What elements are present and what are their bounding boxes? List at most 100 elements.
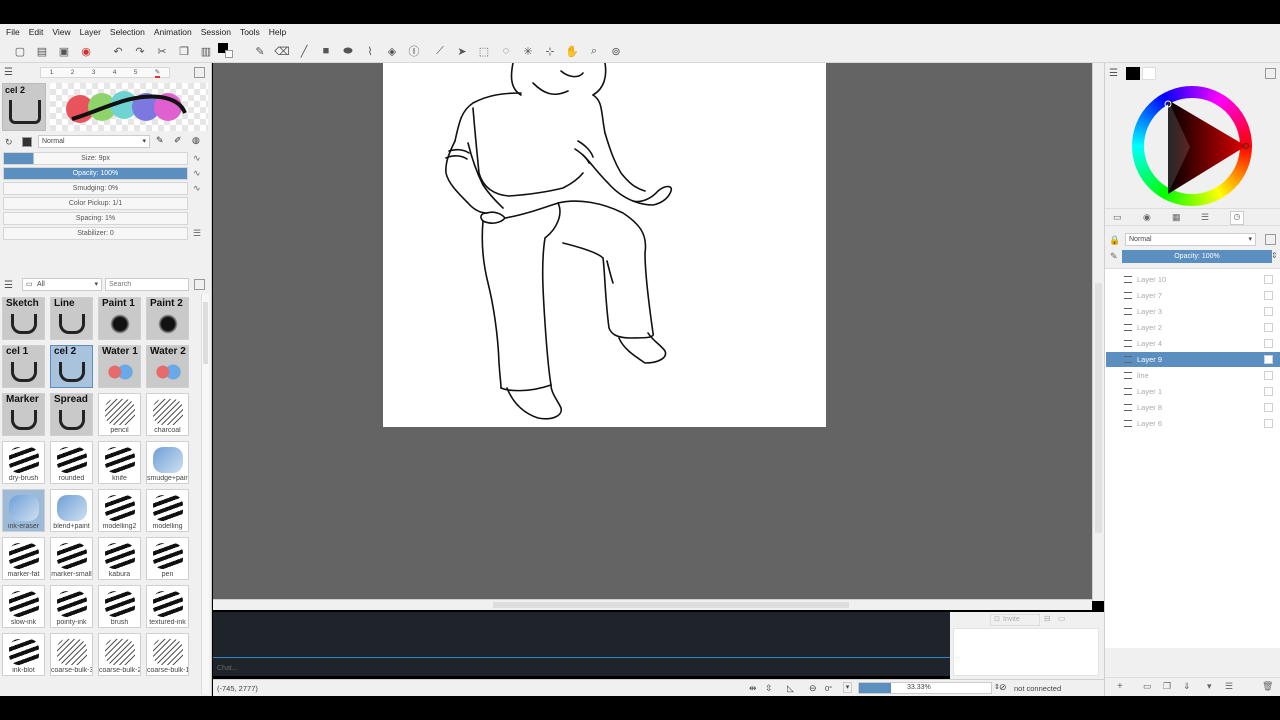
float-panel-icon[interactable] (194, 279, 205, 290)
brush-preset[interactable]: modelling2 (98, 489, 141, 532)
eraser-mode-icon[interactable]: ✐ (174, 135, 182, 146)
layer-visibility-checkbox[interactable] (1264, 275, 1273, 284)
color-menu-icon[interactable]: ☰ (1109, 68, 1118, 79)
brush-preset[interactable]: textured-ink (146, 585, 189, 628)
brush-color-icon[interactable] (22, 137, 32, 147)
brush-preset[interactable]: ink-blot (2, 633, 45, 676)
color-picker-tool-icon[interactable]: ⟋ (432, 43, 448, 59)
eraser-slot-icon[interactable]: ✎ (154, 68, 161, 78)
layer-row[interactable]: Layer 2 (1106, 320, 1280, 335)
drawing-canvas[interactable] (383, 63, 826, 427)
scroll-thumb[interactable] (203, 302, 208, 364)
brush-slot[interactable]: 3 (92, 69, 96, 76)
layer-row[interactable]: Layer 7 (1106, 288, 1280, 303)
layer-row[interactable]: Layer 1 (1106, 384, 1280, 399)
panel-menu-icon[interactable]: ☰ (4, 67, 13, 78)
brush-preset[interactable]: pen (146, 537, 189, 580)
brush-preset[interactable]: Spread (50, 393, 93, 436)
undo-icon[interactable]: ↶ (110, 43, 126, 59)
float-panel-icon[interactable]: ▭ (1058, 614, 1066, 623)
size-slider[interactable]: Size: 9px (3, 152, 188, 165)
color-swap-icon[interactable] (216, 41, 233, 58)
pressure-icon[interactable]: ✎ (156, 135, 164, 146)
merge-down-icon[interactable]: ⇓ (1183, 681, 1191, 692)
session-settings-icon[interactable]: ⊟ (1044, 614, 1051, 623)
layer-row[interactable]: Layer 8 (1106, 400, 1280, 415)
layer-visibility-checkbox[interactable] (1264, 419, 1273, 428)
copy-icon[interactable]: ❐ (176, 43, 192, 59)
record-icon[interactable]: ◉ (78, 43, 94, 59)
brush-preset[interactable]: dry-brush (2, 441, 45, 484)
new-from-template-icon[interactable]: ▤ (34, 43, 50, 59)
brush-preset[interactable]: Sketch (2, 297, 45, 340)
transform-tool-icon[interactable]: ⊹ (542, 43, 558, 59)
menu-selection[interactable]: Selection (110, 27, 145, 37)
pointer-tool-icon[interactable]: ➤ (454, 43, 470, 59)
add-group-icon[interactable]: ▭ (1143, 681, 1152, 692)
layer-row[interactable]: Layer 9 (1106, 352, 1280, 367)
brush-preset[interactable]: Paint 1 (98, 297, 141, 340)
ellipse-tool-icon[interactable]: ⬬ (340, 43, 356, 59)
flip-horizontal-icon[interactable]: ⇹ (749, 683, 757, 694)
rectangle-tool-icon[interactable]: ■ (318, 43, 334, 59)
opacity-slider[interactable]: Opacity: 100% (3, 167, 188, 180)
new-file-icon[interactable]: ▢ (12, 43, 28, 59)
brush-preset[interactable]: smudge+paint (146, 441, 189, 484)
float-panel-icon[interactable] (1265, 234, 1276, 245)
brush-preset[interactable]: kabura (98, 537, 141, 580)
layer-visibility-checkbox[interactable] (1264, 355, 1273, 364)
smudge-mode-icon[interactable]: ◍ (192, 135, 200, 146)
brush-slot[interactable]: 4 (113, 69, 117, 76)
text-tool-icon[interactable]: Ⓘ (406, 43, 422, 59)
brush-preset[interactable]: blend+paint (50, 489, 93, 532)
color-pickup-slider[interactable]: Color Pickup: 1/1 (3, 197, 188, 210)
layer-visibility-checkbox[interactable] (1264, 323, 1273, 332)
menu-view[interactable]: View (52, 27, 70, 37)
layer-opacity-slider[interactable]: Opacity: 100% (1122, 250, 1272, 263)
brush-category-select[interactable]: ▭ All ▾ (22, 278, 102, 291)
layer-row[interactable]: Layer 6 (1106, 416, 1280, 431)
menu-animation[interactable]: Animation (154, 27, 192, 37)
invite-button[interactable]: ⊡ Invite (990, 614, 1040, 626)
brush-preset[interactable]: Water 1 (98, 345, 141, 388)
menu-session[interactable]: Session (201, 27, 231, 37)
move-down-icon[interactable]: ▾ (1207, 681, 1212, 692)
reset-brush-icon[interactable]: ↻ (5, 137, 13, 148)
brush-slot[interactable]: 1 (50, 69, 54, 76)
chat-input[interactable]: Chat... (217, 665, 238, 672)
brush-preset[interactable]: coarse-bulk-3 (50, 633, 93, 676)
menu-edit[interactable]: Edit (29, 27, 44, 37)
brush-preset[interactable]: marker-fat (2, 537, 45, 580)
zoom-tool-icon[interactable]: ⌕ (586, 43, 602, 59)
brush-preset[interactable]: modelling (146, 489, 189, 532)
brush-preset[interactable]: rounded (50, 441, 93, 484)
save-icon[interactable]: ▣ (56, 43, 72, 59)
layer-row[interactable]: Layer 10 (1106, 272, 1280, 287)
color-tab-icon[interactable]: ◉ (1143, 212, 1151, 223)
foreground-color-swatch[interactable] (1126, 67, 1140, 80)
color-wheel[interactable] (1132, 86, 1252, 206)
size-curve-icon[interactable]: ∿ (193, 153, 201, 164)
magic-wand-tool-icon[interactable]: ✳ (520, 43, 536, 59)
brush-preset[interactable]: brush (98, 585, 141, 628)
zoom-slider[interactable]: 33.33% (858, 682, 992, 694)
brush-search-input[interactable] (105, 278, 189, 291)
brush-preset[interactable]: knife (98, 441, 141, 484)
brush-preset[interactable]: Water 2 (146, 345, 189, 388)
saturation-triangle[interactable] (1132, 86, 1252, 206)
rotate-icon[interactable]: ◺ (787, 683, 794, 694)
stabilizer-menu-icon[interactable]: ☰ (193, 228, 201, 239)
cut-icon[interactable]: ✂ (154, 43, 170, 59)
menu-file[interactable]: File (6, 27, 20, 37)
layer-visibility-checkbox[interactable] (1264, 339, 1273, 348)
brush-preset-thumbnail[interactable]: cel 2 (2, 83, 46, 131)
bezier-tool-icon[interactable]: ⌇ (362, 43, 378, 59)
duplicate-layer-icon[interactable]: ❐ (1163, 681, 1171, 692)
palette-tab-icon[interactable]: ▦ (1172, 212, 1181, 223)
layer-visibility-checkbox[interactable] (1264, 371, 1273, 380)
scroll-thumb[interactable] (493, 602, 849, 608)
brush-preset[interactable]: pointy-ink (50, 585, 93, 628)
navigator-tab-icon[interactable]: ◷ (1230, 211, 1244, 225)
flip-vertical-icon[interactable]: ⇳ (765, 683, 773, 694)
menu-help[interactable]: Help (269, 27, 286, 37)
